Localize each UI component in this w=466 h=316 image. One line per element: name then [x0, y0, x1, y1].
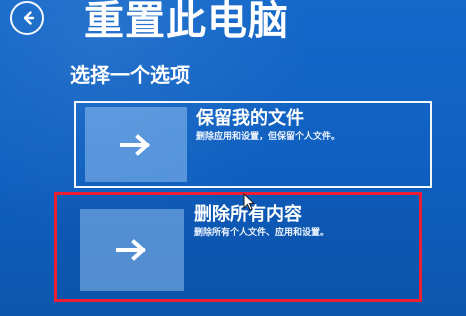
arrow-right-icon	[118, 133, 154, 157]
back-button[interactable]	[10, 1, 44, 35]
arrow-right-icon	[114, 238, 150, 262]
choose-option-label: 选择一个选项	[70, 63, 190, 87]
remove-everything-option[interactable]: 删除所有内容 删除所有个人文件、应用和设置。	[54, 192, 422, 302]
reset-this-pc-screen: 重置此电脑 选择一个选项 保留我的文件 删除应用和设置，但保留个人文件。 删除所…	[0, 0, 466, 316]
back-arrow-icon	[17, 8, 37, 28]
keep-my-files-description: 删除应用和设置，但保留个人文件。	[196, 132, 341, 142]
remove-everything-description: 删除所有个人文件、应用和设置。	[194, 228, 330, 238]
remove-everything-tile	[80, 209, 184, 291]
keep-my-files-title: 保留我的文件	[196, 108, 304, 129]
mouse-cursor-icon	[243, 193, 255, 211]
page-title: 重置此电脑	[84, 0, 289, 44]
keep-my-files-tile	[85, 107, 187, 182]
keep-my-files-option[interactable]: 保留我的文件 删除应用和设置，但保留个人文件。	[74, 101, 432, 188]
